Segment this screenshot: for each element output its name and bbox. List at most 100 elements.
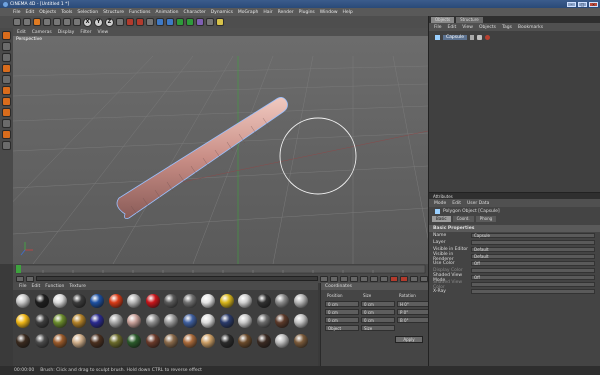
material-swatch[interactable] [164, 334, 178, 348]
next-frame-icon[interactable] [360, 275, 368, 282]
viewport-menu-cameras[interactable]: Cameras [32, 30, 52, 35]
menu-structure[interactable]: Structure [103, 10, 124, 15]
viewport-canvas[interactable] [13, 36, 428, 264]
material-swatch[interactable] [275, 334, 289, 348]
tab-objects[interactable]: Objects [431, 17, 455, 23]
go-to-start-icon[interactable] [320, 275, 328, 282]
material-swatch[interactable] [127, 334, 141, 348]
next-key-icon[interactable] [370, 275, 378, 282]
property-value[interactable]: Off [471, 275, 595, 280]
material-swatch[interactable] [219, 314, 234, 328]
apply-button[interactable]: Apply [395, 336, 423, 343]
material-swatch[interactable] [275, 314, 289, 328]
timeline-settings-icon[interactable] [420, 275, 428, 282]
cube-primitive-icon[interactable] [156, 18, 164, 26]
attributes-menu-edit[interactable]: Edit [452, 201, 461, 206]
position-x-field[interactable]: 0 cm [325, 301, 359, 307]
light-icon[interactable] [216, 18, 224, 26]
prev-key-icon[interactable] [330, 275, 338, 282]
close-button[interactable]: × [589, 1, 598, 7]
scale-icon[interactable] [53, 18, 61, 26]
material-swatch[interactable] [16, 314, 30, 328]
property-value[interactable] [471, 268, 595, 273]
menu-window[interactable]: Window [320, 10, 338, 15]
menu-functions[interactable]: Functions [129, 10, 151, 15]
property-value[interactable]: Default [471, 254, 595, 259]
go-to-end-icon[interactable] [380, 275, 388, 282]
material-swatch[interactable] [293, 314, 308, 328]
material-swatch[interactable] [16, 294, 30, 308]
texture-mode-icon[interactable] [2, 64, 11, 73]
y-axis-lock-icon[interactable]: Y [94, 17, 103, 27]
size-x-field[interactable]: 0 cm [361, 301, 395, 307]
property-value[interactable]: Capsule [471, 233, 595, 238]
material-swatch[interactable] [182, 334, 197, 348]
material-swatch[interactable] [71, 314, 86, 328]
rotation-b-field[interactable]: B 0° [397, 317, 431, 323]
tab-phong[interactable]: Phong [475, 215, 497, 222]
axis-mode-icon[interactable] [2, 75, 11, 84]
material-swatch[interactable] [201, 294, 215, 308]
material-swatch[interactable] [238, 334, 252, 348]
model-mode-icon[interactable] [2, 42, 11, 51]
material-swatch[interactable] [90, 294, 104, 308]
material-swatch[interactable] [90, 334, 104, 348]
polygons-mode-icon[interactable] [2, 108, 11, 117]
material-swatch[interactable] [127, 314, 141, 328]
prev-frame-icon[interactable] [340, 275, 348, 282]
material-swatch[interactable] [108, 334, 123, 348]
object-menu-view[interactable]: View [462, 25, 473, 30]
min-frame-field[interactable] [26, 275, 34, 282]
play-icon[interactable] [350, 275, 358, 282]
redo-icon[interactable] [23, 18, 31, 26]
material-swatch[interactable] [256, 314, 271, 328]
material-swatch[interactable] [53, 314, 67, 328]
menu-hair[interactable]: Hair [263, 10, 272, 15]
object-menu-file[interactable]: File [434, 25, 442, 30]
property-value[interactable] [471, 282, 595, 287]
record-icon[interactable] [390, 275, 398, 282]
viewport-menu-edit[interactable]: Edit [17, 30, 26, 35]
render-picture-viewer-icon[interactable] [136, 18, 144, 26]
material-swatch[interactable] [34, 314, 49, 328]
start-frame-field[interactable] [16, 275, 24, 282]
material-swatch[interactable] [201, 314, 215, 328]
maximize-button[interactable]: □ [578, 1, 587, 7]
material-menu-texture[interactable]: Texture [69, 284, 85, 289]
viewport-menu-view[interactable]: View [97, 30, 108, 35]
live-selection-icon[interactable] [33, 18, 41, 26]
tab-structure[interactable]: Structure [456, 17, 483, 23]
edges-mode-icon[interactable] [2, 97, 11, 106]
minimize-button[interactable]: – [567, 1, 576, 7]
coordinate-system-icon[interactable] [116, 18, 124, 26]
rotation-p-field[interactable]: P 0° [397, 309, 431, 315]
material-swatch[interactable] [34, 334, 49, 348]
object-menu-edit[interactable]: Edit [448, 25, 457, 30]
size-y-field[interactable]: 0 cm [361, 309, 395, 315]
material-swatch[interactable] [34, 294, 49, 308]
material-swatch[interactable] [164, 314, 178, 328]
material-swatch[interactable] [182, 314, 197, 328]
material-swatch[interactable] [219, 334, 234, 348]
menu-selection[interactable]: Selection [77, 10, 98, 15]
object-row[interactable]: Capsule [429, 33, 600, 41]
autokey-icon[interactable] [400, 275, 408, 282]
z-axis-lock-icon[interactable]: Z [105, 17, 114, 27]
material-swatch[interactable] [164, 294, 178, 308]
nurbs-icon[interactable] [176, 18, 184, 26]
object-name[interactable]: Capsule [443, 34, 467, 40]
object-menu-objects[interactable]: Objects [479, 25, 496, 30]
material-swatch[interactable] [71, 334, 86, 348]
snap-icon[interactable] [2, 130, 11, 139]
material-swatch[interactable] [53, 294, 67, 308]
material-menu-function[interactable]: Function [45, 284, 64, 289]
recent-tools-icon[interactable] [73, 18, 81, 26]
property-value[interactable] [471, 240, 595, 245]
property-value[interactable]: Off [471, 261, 595, 266]
size-z-field[interactable]: 0 cm [361, 317, 395, 323]
timeline-ruler[interactable] [13, 264, 428, 274]
render-view-icon[interactable] [126, 18, 134, 26]
property-value[interactable]: Default [471, 247, 595, 252]
material-swatch[interactable] [293, 294, 308, 308]
material-swatch[interactable] [71, 294, 86, 308]
